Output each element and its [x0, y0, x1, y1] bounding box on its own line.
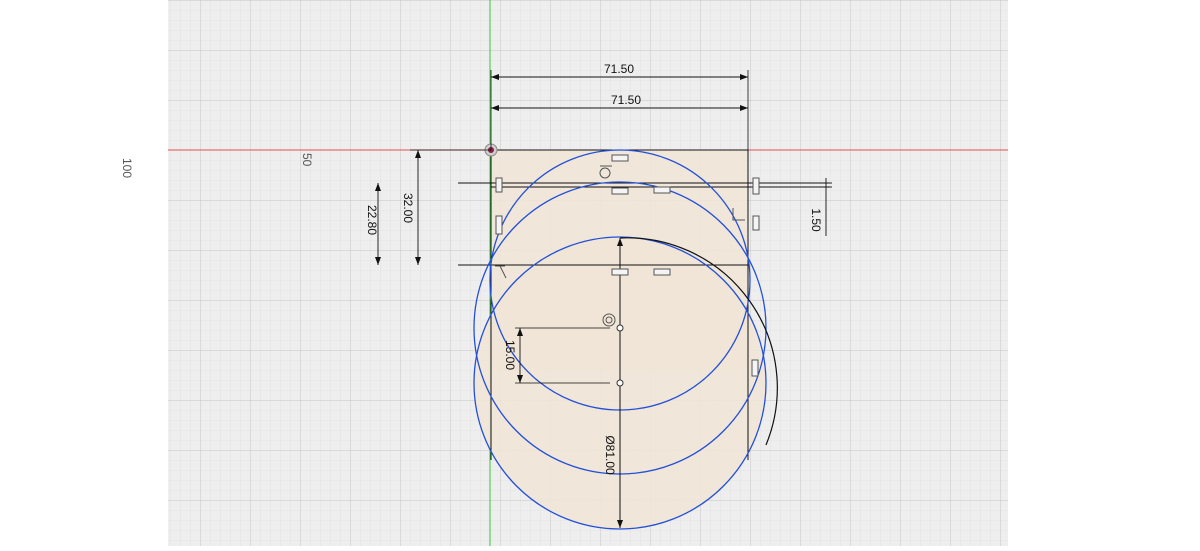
horizontal-constraint-icon[interactable] [611, 268, 629, 276]
horizontal-constraint-icon[interactable] [611, 154, 629, 162]
hole-center-lower[interactable] [616, 379, 624, 387]
sketch-canvas[interactable]: 100 50 71.50 71.50 32.00 22.80 1.50 15.0… [0, 0, 1200, 546]
vertical-constraint-icon[interactable] [495, 215, 503, 235]
vertical-constraint-icon[interactable] [495, 177, 503, 193]
hole-center-upper[interactable] [616, 324, 624, 332]
dim-diameter[interactable]: Ø81.00 [603, 435, 617, 475]
sketch-svg[interactable]: 100 50 71.50 71.50 32.00 22.80 1.50 15.0… [0, 0, 1200, 546]
dim-offset[interactable]: 1.50 [809, 208, 823, 232]
dim-width-top[interactable]: 71.50 [604, 62, 634, 76]
vertical-constraint-icon[interactable] [752, 215, 760, 231]
vertical-constraint-icon[interactable] [751, 359, 759, 377]
dim-height-outer[interactable]: 22.80 [365, 205, 379, 235]
horizontal-constraint-icon[interactable] [653, 186, 671, 194]
dim-height-inner[interactable]: 32.00 [401, 193, 415, 223]
dim-width-second[interactable]: 71.50 [611, 93, 641, 107]
dim-hole-spacing[interactable]: 15.00 [503, 340, 517, 370]
horizontal-constraint-icon[interactable] [653, 268, 671, 276]
vertical-constraint-icon[interactable] [752, 177, 760, 195]
horizontal-constraint-icon[interactable] [611, 187, 629, 195]
ruler-label-100: 100 [120, 158, 134, 178]
ruler-label-50: 50 [300, 153, 314, 167]
